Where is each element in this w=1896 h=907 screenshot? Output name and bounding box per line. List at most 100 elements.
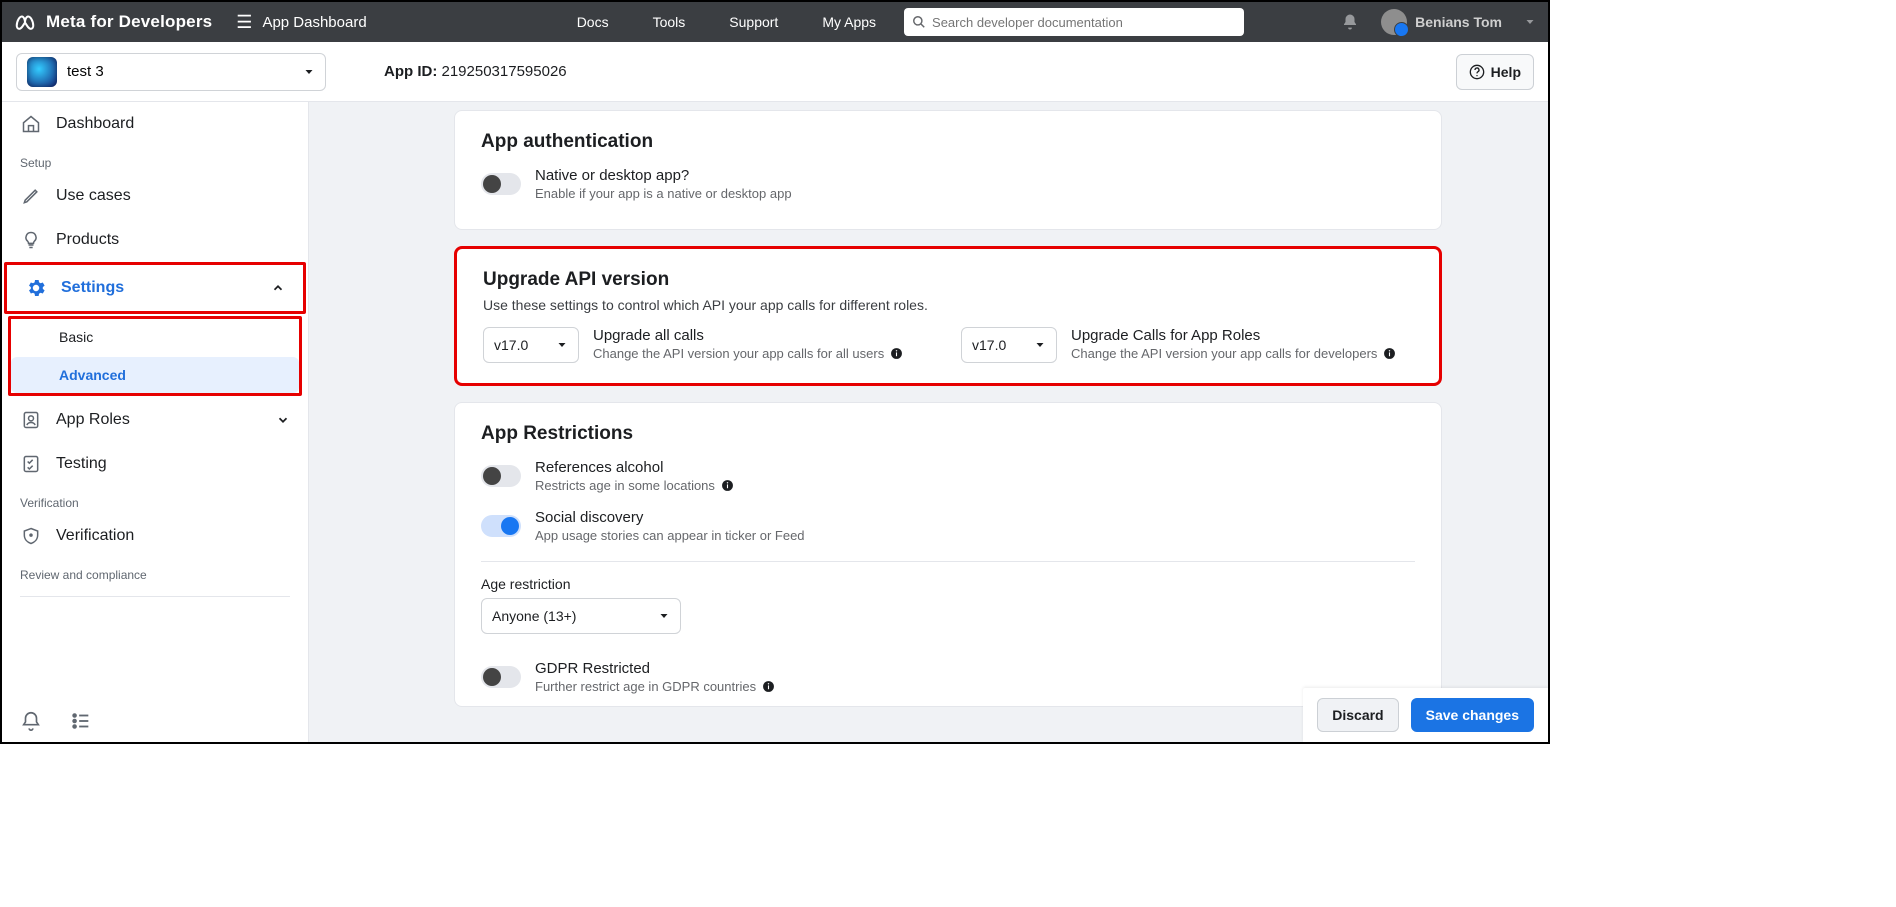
chevron-down-icon	[556, 339, 568, 351]
card-app-restrictions: App Restrictions References alcohol Rest…	[454, 402, 1442, 707]
top-right: Benians Tom	[1341, 9, 1536, 35]
setting-desc: Restricts age in some locations	[535, 478, 734, 493]
card-upgrade-api: Upgrade API version Use these settings t…	[454, 246, 1442, 386]
username: Benians Tom	[1415, 14, 1502, 30]
app-id-label: App ID: 219250317595026	[384, 63, 567, 80]
sidebar-item-settings[interactable]: Settings	[4, 262, 306, 314]
app-selector[interactable]: test 3	[16, 53, 326, 91]
select-api-version-roles[interactable]: v17.0	[961, 327, 1057, 363]
brand-text: Meta for Developers	[46, 12, 212, 32]
avatar[interactable]	[1381, 9, 1407, 35]
sidebar-item-label: Dashboard	[56, 115, 134, 133]
sidebar-item-label: Products	[56, 231, 119, 249]
sidebar-item-dashboard[interactable]: Dashboard	[2, 102, 308, 146]
card-heading: App authentication	[481, 131, 1415, 153]
bell-icon[interactable]	[1341, 13, 1359, 31]
sidebar-section-review: Review and compliance	[2, 558, 308, 586]
card-heading: Upgrade API version	[483, 269, 1413, 291]
footer-actions: Discard Save changes	[1303, 688, 1548, 742]
nav-support[interactable]: Support	[729, 14, 778, 30]
sidebar-item-verification[interactable]: Verification	[2, 514, 308, 558]
divider	[481, 561, 1415, 562]
top-bar: Meta for Developers ☰ App Dashboard Docs…	[2, 2, 1548, 42]
toggle-native-app[interactable]	[481, 173, 521, 195]
sidebar-subitem-advanced[interactable]: Advanced	[11, 357, 299, 393]
select-age-restriction[interactable]: Anyone (13+)	[481, 598, 681, 634]
setting-title: Upgrade Calls for App Roles	[1071, 327, 1396, 344]
app-name: test 3	[67, 63, 104, 80]
setting-desc: Change the API version your app calls fo…	[593, 346, 903, 361]
setting-desc: Change the API version your app calls fo…	[1071, 346, 1396, 361]
card-heading: App Restrictions	[481, 423, 1415, 445]
app-id-row: test 3 App ID: 219250317595026 Help	[2, 42, 1548, 102]
sidebar-item-approles[interactable]: App Roles	[2, 398, 308, 442]
sidebar-item-usecases[interactable]: Use cases	[2, 174, 308, 218]
info-icon[interactable]	[762, 680, 775, 693]
activity-list-icon[interactable]	[70, 710, 92, 732]
setting-desc: Enable if your app is a native or deskto…	[535, 186, 792, 201]
app-icon	[27, 57, 57, 87]
card-subtitle: Use these settings to control which API …	[483, 297, 1413, 313]
nav-tools[interactable]: Tools	[653, 14, 686, 30]
main-content: App authentication Native or desktop app…	[309, 102, 1548, 742]
pencil-icon	[20, 186, 42, 206]
setting-desc: Further restrict age in GDPR countries	[535, 679, 775, 694]
setting-title: Social discovery	[535, 509, 805, 526]
menu-toggle-icon[interactable]: ☰	[236, 12, 252, 33]
sidebar-item-products[interactable]: Products	[2, 218, 308, 262]
field-label-age: Age restriction	[481, 576, 1415, 592]
nav-docs[interactable]: Docs	[577, 14, 609, 30]
nav-myapps[interactable]: My Apps	[822, 14, 876, 30]
sidebar-section-setup: Setup	[2, 146, 308, 174]
sidebar-section-verification: Verification	[2, 486, 308, 514]
chevron-down-icon	[303, 66, 315, 78]
setting-title: Upgrade all calls	[593, 327, 903, 344]
select-api-version-all[interactable]: v17.0	[483, 327, 579, 363]
help-button[interactable]: Help	[1456, 54, 1534, 90]
top-nav: Docs Tools Support My Apps	[577, 14, 876, 30]
sidebar-item-label: Use cases	[56, 187, 131, 205]
meta-logo-icon	[14, 11, 36, 33]
sidebar-subitem-basic[interactable]: Basic	[11, 319, 299, 355]
account-chevron-down-icon[interactable]	[1524, 16, 1536, 28]
search-box[interactable]	[904, 8, 1244, 36]
search-input[interactable]	[932, 15, 1236, 30]
info-icon[interactable]	[1383, 347, 1396, 360]
gear-icon	[25, 277, 47, 299]
discard-button[interactable]: Discard	[1317, 698, 1398, 732]
chevron-down-icon	[276, 413, 290, 427]
setting-title: Native or desktop app?	[535, 167, 792, 184]
sidebar-divider	[20, 596, 290, 597]
user-badge-icon	[20, 410, 42, 430]
card-app-authentication: App authentication Native or desktop app…	[454, 110, 1442, 230]
setting-desc: App usage stories can appear in ticker o…	[535, 528, 805, 543]
chevron-up-icon	[271, 281, 285, 295]
setting-title: References alcohol	[535, 459, 734, 476]
chevron-down-icon	[1034, 339, 1046, 351]
page-title: App Dashboard	[262, 14, 366, 31]
sidebar-footer	[2, 710, 308, 732]
settings-subnav-highlight: Basic Advanced	[8, 316, 302, 396]
checklist-icon	[20, 454, 42, 474]
toggle-social-discovery[interactable]	[481, 515, 521, 537]
brand-area: Meta for Developers	[14, 11, 212, 33]
help-icon	[1469, 64, 1485, 80]
save-changes-button[interactable]: Save changes	[1411, 698, 1534, 732]
lightbulb-icon	[20, 230, 42, 250]
chevron-down-icon	[658, 610, 670, 622]
sidebar-item-label: Testing	[56, 455, 107, 473]
toggle-gdpr-restricted[interactable]	[481, 666, 521, 688]
sidebar-item-testing[interactable]: Testing	[2, 442, 308, 486]
toggle-references-alcohol[interactable]	[481, 465, 521, 487]
setting-title: GDPR Restricted	[535, 660, 775, 677]
home-icon	[20, 114, 42, 134]
info-icon[interactable]	[721, 479, 734, 492]
info-icon[interactable]	[890, 347, 903, 360]
sidebar-item-label: Verification	[56, 527, 134, 545]
search-icon	[912, 15, 926, 29]
sidebar-item-label: App Roles	[56, 411, 130, 429]
shield-icon	[20, 526, 42, 546]
sidebar: Dashboard Setup Use cases Products Se	[2, 102, 309, 742]
activity-bell-icon[interactable]	[20, 710, 42, 732]
sidebar-item-label: Settings	[61, 279, 124, 297]
